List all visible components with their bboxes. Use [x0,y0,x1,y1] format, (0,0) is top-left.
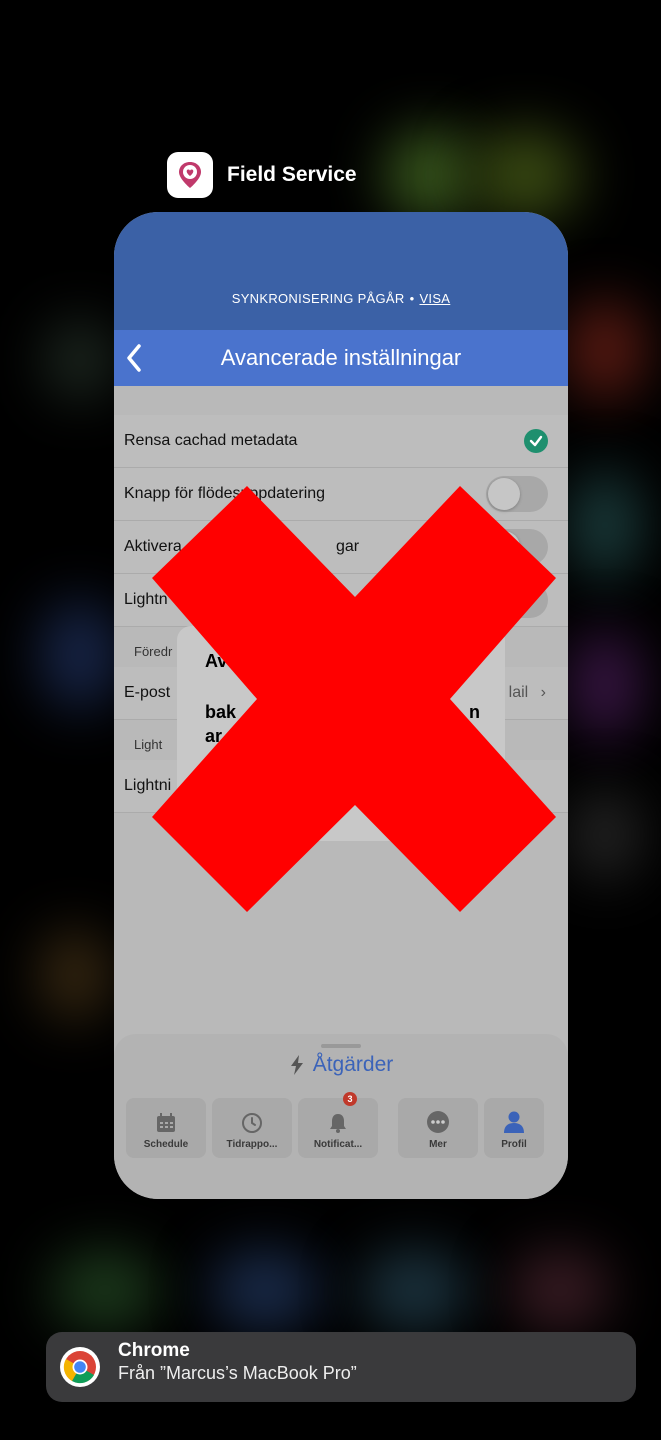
sync-view-link[interactable]: VISA [419,291,450,306]
page-title: Avancerade inställningar [220,345,462,370]
actions-label: Åtgärder [312,1053,394,1076]
bell-icon [330,1114,346,1133]
red-x-mark-icon [152,486,556,912]
tab-bar: Schedule Tidrappo... 3 Notificat... Mer [114,1092,568,1199]
tab-profile[interactable]: Profil [484,1098,544,1158]
handoff-source: Från ”Marcus’s MacBook Pro” [118,1363,357,1383]
person-icon [504,1111,524,1133]
field-service-app-icon[interactable] [167,152,213,198]
lightning-bolt-icon [290,1055,303,1075]
nav-bar: Avancerade inställningar [114,330,568,386]
chrome-icon [60,1347,100,1387]
tab-more[interactable]: Mer [398,1098,478,1158]
settings-row-clear-metadata[interactable]: Rensa cachad metadata [114,415,568,468]
sync-separator: • [409,291,415,306]
calendar-icon [157,1113,175,1132]
tab-notifications[interactable]: 3 Notificat... [298,1092,378,1158]
drag-handle[interactable] [321,1044,361,1048]
notification-badge: 3 [343,1092,357,1106]
more-icon [427,1111,449,1133]
checkmark-icon [524,429,548,453]
handoff-banner[interactable]: Chrome Från ”Marcus’s MacBook Pro” [46,1332,636,1402]
actions-sheet[interactable]: Åtgärder [114,1034,568,1096]
tab-time-report[interactable]: Tidrappo... [212,1098,292,1158]
back-chevron-icon[interactable] [124,342,144,374]
app-name: Field Service [227,163,357,186]
clock-icon [242,1113,262,1133]
handoff-app-name: Chrome [118,1340,190,1361]
row-label: Rensa cachad metadata [124,432,298,449]
handoff-text: Chrome Från ”Marcus’s MacBook Pro” [118,1340,357,1384]
tab-schedule[interactable]: Schedule [126,1098,206,1158]
sync-status-text: SYNKRONISERING PÅGÅR [231,291,405,306]
app-switcher-header[interactable]: Field Service [167,152,357,198]
sync-status-bar: SYNKRONISERING PÅGÅR • VISA [114,212,568,330]
